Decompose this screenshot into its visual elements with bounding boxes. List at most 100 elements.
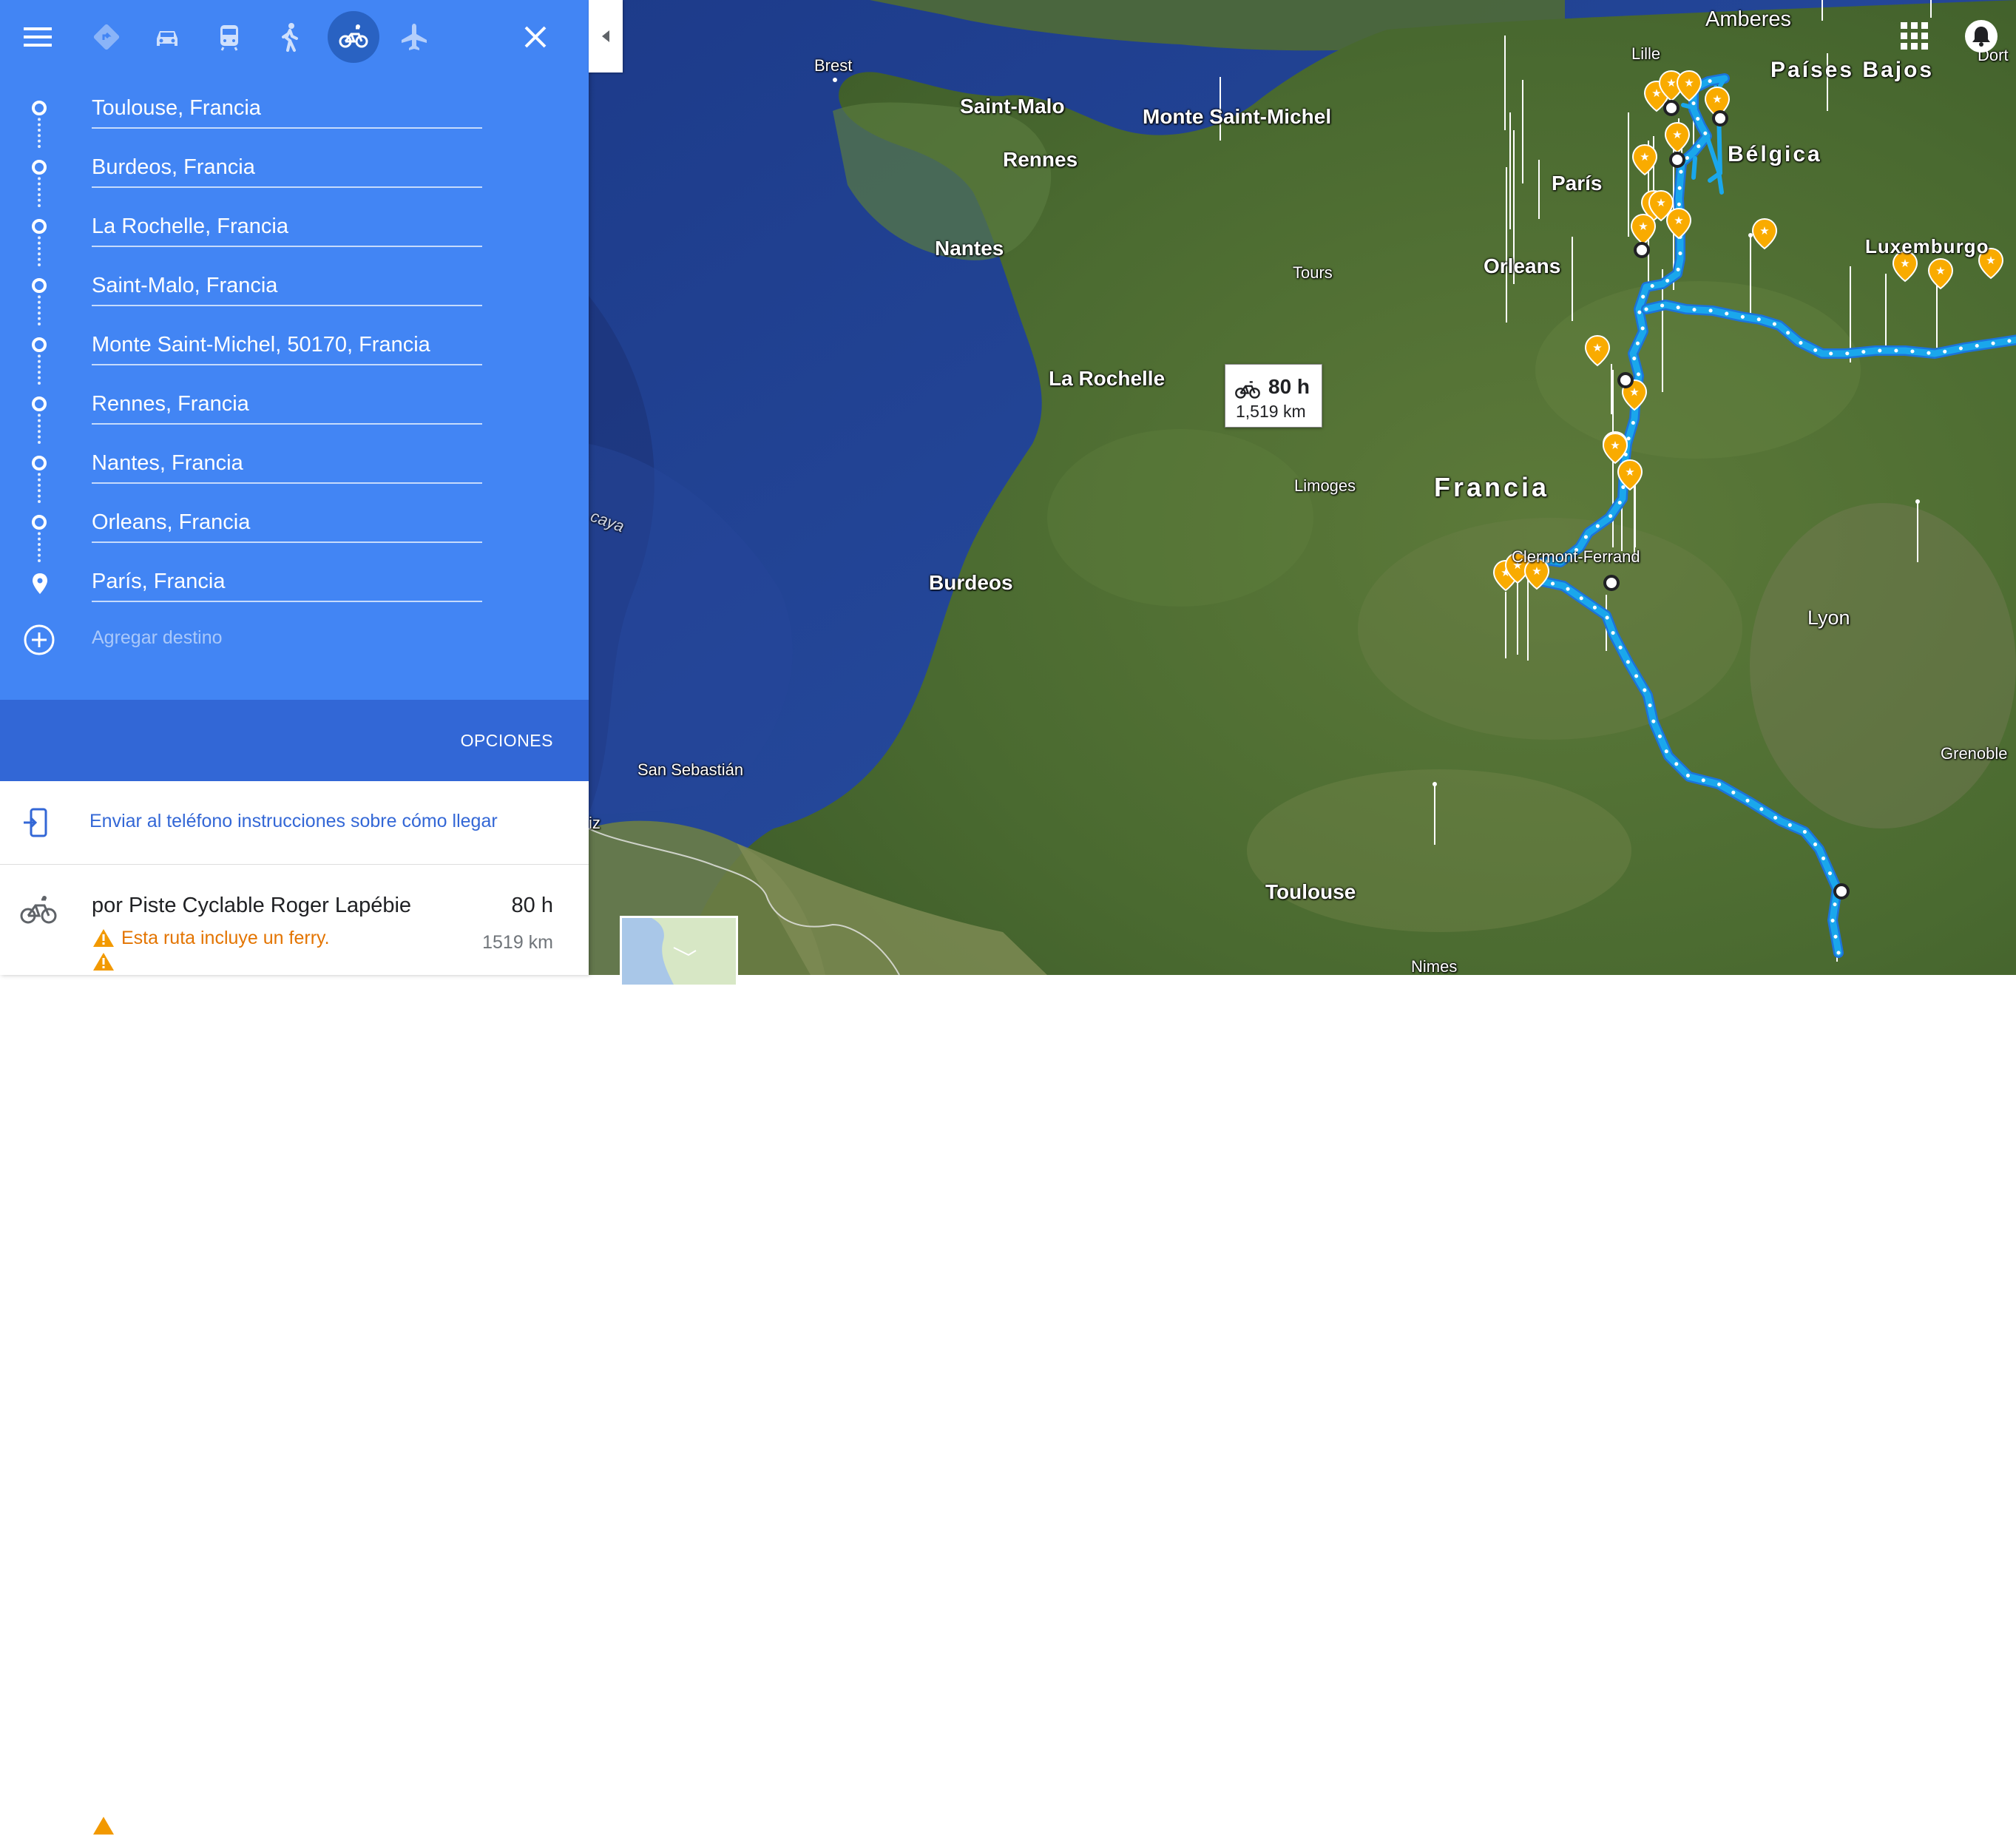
- map-label-lyon: Lyon: [1807, 607, 1850, 629]
- map-label-nimes: Nimes: [1411, 957, 1458, 975]
- options-bar: OPCIONES: [0, 700, 589, 781]
- flight-icon[interactable]: [392, 15, 436, 59]
- svg-text:★: ★: [1532, 565, 1541, 578]
- walking-icon[interactable]: [268, 15, 312, 59]
- caret-left-icon: [602, 30, 609, 42]
- map-label-grenoble: Grenoble: [1941, 744, 2008, 763]
- waypoint-circle-icon: [32, 396, 47, 411]
- svg-text:★: ★: [1712, 93, 1722, 106]
- route-stop[interactable]: París, Francia: [0, 553, 589, 612]
- bubble-duration: 80 h: [1268, 375, 1310, 398]
- route-distance: 1519 km: [482, 932, 553, 953]
- svg-text:★: ★: [1640, 151, 1649, 163]
- map-label-luxemburgo: Luxemburgo: [1865, 235, 1989, 257]
- svg-text:★: ★: [1759, 225, 1769, 237]
- svg-text:★: ★: [1638, 220, 1648, 233]
- map-label-burdeos: Burdeos: [929, 571, 1013, 594]
- bicycle-icon: [1235, 381, 1260, 399]
- stop-input[interactable]: Rennes, Francia: [92, 389, 482, 425]
- waypoint-circle-icon: [32, 219, 47, 234]
- car-icon[interactable]: [145, 15, 189, 59]
- map-label-monte-saint-michel: Monte Saint-Michel: [1143, 105, 1332, 128]
- route-stop[interactable]: Orleans, Francia: [0, 494, 589, 553]
- close-icon[interactable]: [513, 15, 558, 59]
- directions-header: Toulouse, Francia Burdeos, Francia La Ro…: [0, 0, 589, 700]
- bicycle-icon[interactable]: [328, 11, 379, 63]
- directions-panel: Toulouse, Francia Burdeos, Francia La Ro…: [0, 0, 589, 1835]
- layers-thumbnail[interactable]: [620, 916, 738, 987]
- route-stop[interactable]: Toulouse, Francia: [0, 80, 589, 139]
- svg-text:★: ★: [1900, 257, 1910, 270]
- transit-icon[interactable]: [207, 15, 251, 59]
- apps-grid-icon[interactable]: [1898, 19, 1932, 53]
- svg-text:★: ★: [1672, 129, 1682, 141]
- svg-text:★: ★: [1629, 386, 1639, 399]
- svg-text:★: ★: [1666, 77, 1676, 90]
- warning-icon: [93, 953, 114, 971]
- svg-text:★: ★: [1651, 87, 1661, 100]
- svg-text:★: ★: [1674, 215, 1683, 227]
- route-stop[interactable]: Rennes, Francia: [0, 376, 589, 435]
- map-label-belgica: Bélgica: [1728, 142, 1822, 166]
- map-canvas[interactable]: ★ ★ ★ ★ ★ ★ ★ ★ ★ ★ ★ ★ ★ ★ ★ ★ ★ ★ ★ ★ …: [589, 0, 2016, 975]
- options-button[interactable]: OPCIONES: [461, 731, 553, 751]
- add-destination-input[interactable]: Agregar destino: [92, 627, 223, 649]
- stop-input[interactable]: Nantes, Francia: [92, 448, 482, 484]
- menu-icon[interactable]: [16, 15, 61, 59]
- map-label-iz: iz: [589, 814, 601, 832]
- route-title: por Piste Cyclable Roger Lapébie: [92, 894, 412, 917]
- stop-input[interactable]: París, Francia: [92, 567, 482, 602]
- map-label-limoges: Limoges: [1294, 476, 1356, 495]
- map-label-la-rochelle: La Rochelle: [1049, 367, 1166, 390]
- stop-input[interactable]: Monte Saint-Michel, 50170, Francia: [92, 330, 482, 365]
- map-label-orleans: Orleans: [1484, 254, 1561, 277]
- bubble-distance: 1,519 km: [1236, 402, 1306, 421]
- collapse-panel-button[interactable]: [589, 0, 623, 72]
- map-label-amberes: Amberes: [1705, 7, 1792, 31]
- best-route-icon[interactable]: [84, 15, 129, 59]
- map-label-lille: Lille: [1631, 44, 1661, 63]
- destination-pin-icon: [33, 573, 47, 594]
- waypoint-circle-icon: [32, 278, 47, 293]
- stop-input[interactable]: Toulouse, Francia: [92, 93, 482, 129]
- map-label-brest: Brest: [814, 56, 853, 75]
- svg-text:★: ★: [1935, 265, 1945, 277]
- svg-text:★: ★: [1592, 342, 1602, 354]
- send-to-phone-icon: [24, 808, 47, 837]
- map-label-tours: Tours: [1293, 263, 1333, 282]
- stop-input[interactable]: Burdeos, Francia: [92, 152, 482, 188]
- route-stop[interactable]: Burdeos, Francia: [0, 139, 589, 198]
- warning-icon: [93, 929, 114, 947]
- add-destination-icon[interactable]: [23, 624, 55, 656]
- notifications-bell-icon[interactable]: [1964, 19, 1998, 53]
- stop-input[interactable]: La Rochelle, Francia: [92, 212, 482, 247]
- map-label-rennes: Rennes: [1003, 148, 1078, 171]
- waypoint-circle-icon: [32, 515, 47, 530]
- waypoint-circle-icon: [32, 456, 47, 470]
- send-to-phone-link[interactable]: Enviar al teléfono instrucciones sobre c…: [89, 811, 498, 832]
- svg-text:★: ★: [1625, 466, 1634, 479]
- bicycle-icon: [20, 896, 57, 924]
- route-duration: 80 h: [511, 894, 553, 917]
- ferry-warning: Esta ruta incluye un ferry.: [121, 928, 330, 948]
- warning-icon: [93, 1817, 114, 1835]
- route-option[interactable]: por Piste Cyclable Roger Lapébie 80 h Es…: [0, 864, 589, 1835]
- map-label-san-sebastian: San Sebastián: [637, 760, 744, 779]
- svg-text:★: ★: [1684, 77, 1694, 90]
- svg-text:★: ★: [1610, 439, 1620, 452]
- route-stop[interactable]: Monte Saint-Michel, 50170, Francia: [0, 317, 589, 376]
- map-label-nantes: Nantes: [935, 237, 1004, 260]
- waypoint-circle-icon: [32, 160, 47, 175]
- route-stop[interactable]: La Rochelle, Francia: [0, 198, 589, 257]
- map-label-toulouse: Toulouse: [1265, 880, 1356, 903]
- route-stop[interactable]: Nantes, Francia: [0, 435, 589, 494]
- stop-input[interactable]: Orleans, Francia: [92, 507, 482, 543]
- route-stop[interactable]: Saint-Malo, Francia: [0, 257, 589, 317]
- send-to-phone-row[interactable]: Enviar al teléfono instrucciones sobre c…: [0, 781, 589, 865]
- map-label-clermont-ferrand: Clermont-Ferrand: [1512, 547, 1640, 566]
- map-label-saint-malo: Saint-Malo: [960, 95, 1065, 118]
- route-info-bubble[interactable]: 80 h 1,519 km: [1225, 364, 1322, 428]
- waypoint-circle-icon: [32, 101, 47, 115]
- map-label-paris: París: [1552, 172, 1603, 195]
- stop-input[interactable]: Saint-Malo, Francia: [92, 271, 482, 306]
